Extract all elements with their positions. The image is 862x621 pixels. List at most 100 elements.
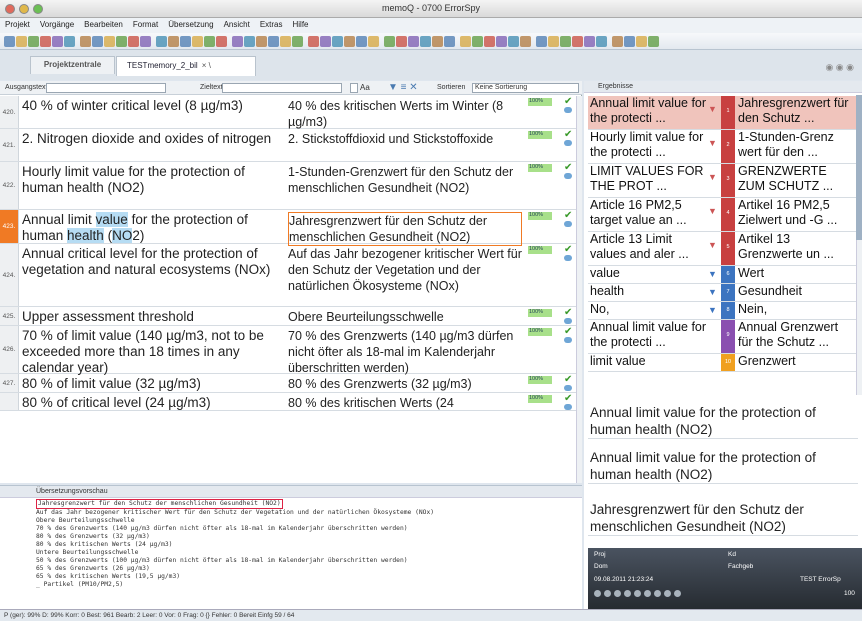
- result-item[interactable]: health ▼ 7 Gesundheit: [588, 284, 856, 302]
- menu-uebersetzung[interactable]: Übersetzung: [163, 18, 218, 29]
- comment-bubble-icon[interactable]: [564, 385, 572, 391]
- meta-nav-dots[interactable]: [594, 590, 684, 599]
- results-scroll-thumb[interactable]: [856, 95, 862, 240]
- segment-row[interactable]: 426. 70 % of limit value (140 µg/m3, not …: [0, 326, 576, 376]
- target-text[interactable]: Obere Beurteilungsschwelle: [288, 309, 522, 325]
- result-item[interactable]: limit value 10 Grenzwert: [588, 354, 856, 372]
- toolbar-icon[interactable]: [420, 36, 431, 47]
- result-item[interactable]: Article 13 Limit values and aler ... ▼ 5 Ar…: [588, 232, 856, 266]
- comment-bubble-icon[interactable]: [564, 140, 572, 146]
- toolbar-icon[interactable]: [168, 36, 179, 47]
- target-text[interactable]: 40 % des kritischen Werts im Winter (8 µ…: [288, 98, 522, 130]
- toolbar-icon[interactable]: [92, 36, 103, 47]
- toolbar-icon[interactable]: [104, 36, 115, 47]
- menu-ansicht[interactable]: Ansicht: [219, 18, 255, 29]
- result-item[interactable]: Annual limit value for the protecti ... 9…: [588, 320, 856, 354]
- segment-row[interactable]: 427. 80 % of limit value (32 µg/m3) 80 % d…: [0, 374, 576, 393]
- comment-bubble-icon[interactable]: [564, 255, 572, 261]
- toolbar-icon[interactable]: [432, 36, 443, 47]
- toolbar-icon[interactable]: [368, 36, 379, 47]
- toolbar-icon[interactable]: [308, 36, 319, 47]
- toolbar-icon[interactable]: [520, 36, 531, 47]
- close-tab-icon[interactable]: × \: [202, 61, 211, 70]
- comment-bubble-icon[interactable]: [564, 318, 572, 324]
- toolbar-icon[interactable]: [320, 36, 331, 47]
- target-text[interactable]: Auf das Jahr bezogener kritischer Wert f…: [288, 246, 522, 294]
- toolbar-icon[interactable]: [280, 36, 291, 47]
- toolbar-icon[interactable]: [292, 36, 303, 47]
- toolbar-icon[interactable]: [192, 36, 203, 47]
- toolbar-icon[interactable]: [536, 36, 547, 47]
- grid-scrollbar[interactable]: [576, 96, 582, 483]
- toolbar-icon[interactable]: [268, 36, 279, 47]
- target-text[interactable]: 70 % des Grenzwerts (140 µg/m3 dürfen ni…: [288, 328, 522, 376]
- toolbar-icon[interactable]: [624, 36, 635, 47]
- toolbar-icon[interactable]: [648, 36, 659, 47]
- menu-bearbeiten[interactable]: Bearbeiten: [79, 18, 128, 29]
- case-checkbox[interactable]: [350, 83, 358, 93]
- result-item[interactable]: No, ▼ 8 Nein,: [588, 302, 856, 320]
- toolbar-icon[interactable]: [344, 36, 355, 47]
- toolbar-icon[interactable]: [16, 36, 27, 47]
- toolbar-icon[interactable]: [560, 36, 571, 47]
- toolbar-icon[interactable]: [28, 36, 39, 47]
- menu-format[interactable]: Format: [128, 18, 163, 29]
- result-item[interactable]: Article 16 PM2,5 target value an ... ▼ 4 Ar…: [588, 198, 856, 232]
- toolbar-icon[interactable]: [496, 36, 507, 47]
- toolbar-icon[interactable]: [572, 36, 583, 47]
- toolbar-icon[interactable]: [52, 36, 63, 47]
- toolbar-icon[interactable]: [484, 36, 495, 47]
- comment-bubble-icon[interactable]: [564, 173, 572, 179]
- toolbar-icon[interactable]: [444, 36, 455, 47]
- toolbar-icon[interactable]: [636, 36, 647, 47]
- toolbar-icon[interactable]: [612, 36, 623, 47]
- source-filter-input[interactable]: [46, 83, 166, 93]
- result-item[interactable]: value ▼ 6 Wert: [588, 266, 856, 284]
- toolbar-icon[interactable]: [4, 36, 15, 47]
- segment-row[interactable]: 421. 2. Nitrogen dioxide and oxides of ni…: [0, 129, 576, 162]
- target-text[interactable]: Jahresgrenzwert für den Schutz der mensc…: [288, 212, 522, 246]
- toolbar-icon[interactable]: [180, 36, 191, 47]
- toolbar-icon[interactable]: [64, 36, 75, 47]
- sort-select[interactable]: Keine Sortierung: [472, 83, 579, 93]
- menu-hilfe[interactable]: Hilfe: [287, 18, 313, 29]
- segment-row[interactable]: 425. Upper assessment threshold Obere Beur…: [0, 307, 576, 326]
- toolbar-icon[interactable]: [384, 36, 395, 47]
- toolbar-icon[interactable]: [216, 36, 227, 47]
- toolbar-icon[interactable]: [256, 36, 267, 47]
- toolbar-icon[interactable]: [596, 36, 607, 47]
- filter-icon[interactable]: ▼ ≡ ✕: [388, 82, 418, 93]
- segment-row[interactable]: 80 % of critical level (24 µg/m3) 80 % de…: [0, 393, 576, 411]
- target-text[interactable]: 80 % des kritischen Werts (24: [288, 395, 522, 411]
- tab-projektzentrale[interactable]: Projektzentrale: [30, 56, 115, 74]
- toolbar-icon[interactable]: [140, 36, 151, 47]
- toolbar-icon[interactable]: [80, 36, 91, 47]
- segment-row[interactable]: 420. 40 % of winter critical level (8 µg/…: [0, 96, 576, 129]
- target-text[interactable]: 2. Stickstoffdioxid und Stickstoffoxide: [288, 131, 522, 147]
- target-text[interactable]: 80 % des Grenzwerts (32 µg/m3): [288, 376, 522, 392]
- target-filter-input[interactable]: [222, 83, 342, 93]
- toolbar-icon[interactable]: [332, 36, 343, 47]
- pane-window-buttons[interactable]: ◉ ◉ ◉: [825, 62, 854, 73]
- result-item[interactable]: LIMIT VALUES FOR THE PROT ... ▼ 3 GRENZWERT…: [588, 164, 856, 198]
- comment-bubble-icon[interactable]: [564, 221, 572, 227]
- segment-row[interactable]: 424. Annual critical level for the protec…: [0, 244, 576, 307]
- toolbar-icon[interactable]: [232, 36, 243, 47]
- toolbar-icon[interactable]: [548, 36, 559, 47]
- toolbar-icon[interactable]: [396, 36, 407, 47]
- comment-bubble-icon[interactable]: [564, 337, 572, 343]
- comment-bubble-icon[interactable]: [564, 107, 572, 113]
- toolbar-icon[interactable]: [204, 36, 215, 47]
- comment-bubble-icon[interactable]: [564, 404, 572, 410]
- result-item[interactable]: Hourly limit value for the protecti ... ▼…: [588, 130, 856, 164]
- tab-document[interactable]: TESTmemory_2_bil × \: [116, 56, 256, 76]
- toolbar-icon[interactable]: [460, 36, 471, 47]
- toolbar-icon[interactable]: [40, 36, 51, 47]
- toolbar-icon[interactable]: [472, 36, 483, 47]
- result-item[interactable]: Annual limit value for the protecti ... ▼…: [588, 96, 856, 130]
- toolbar-icon[interactable]: [128, 36, 139, 47]
- toolbar-icon[interactable]: [244, 36, 255, 47]
- segment-row[interactable]: 422. Hourly limit value for the protectio…: [0, 162, 576, 210]
- toolbar-icon[interactable]: [508, 36, 519, 47]
- toolbar-icon[interactable]: [116, 36, 127, 47]
